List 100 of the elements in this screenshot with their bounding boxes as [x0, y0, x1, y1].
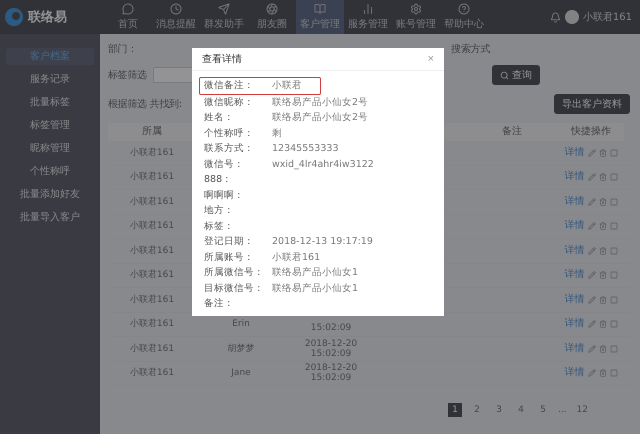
dialog-title: 查看详情: [202, 52, 242, 66]
edit-icon[interactable]: [588, 246, 596, 255]
column-header: 快捷操作: [558, 123, 624, 141]
delete-icon[interactable]: [598, 173, 606, 182]
edit-icon[interactable]: [588, 148, 596, 157]
field-label: 啊啊啊：: [204, 188, 245, 202]
square-icon[interactable]: [610, 271, 618, 280]
square-icon[interactable]: [610, 369, 618, 378]
column-header: 备注: [466, 123, 558, 141]
nav-item[interactable]: 服务管理: [344, 0, 392, 34]
sidebar-item[interactable]: 批量添加好友: [6, 186, 94, 203]
sidebar-item[interactable]: 昵称管理: [6, 140, 94, 157]
field-label: 888：: [204, 173, 234, 186]
sidebar-item[interactable]: 批量导入客户: [6, 209, 94, 226]
search-icon: [500, 70, 509, 80]
sidebar-item[interactable]: 个性称呼: [6, 163, 94, 180]
nav-item[interactable]: 客户管理: [296, 0, 344, 34]
detail-link[interactable]: 详情: [564, 344, 584, 354]
field-label: 微信昵称：: [204, 96, 255, 109]
detail-link[interactable]: 详情: [564, 148, 584, 158]
field-value: 联络易产品小仙女2号: [272, 96, 368, 109]
settings-icon: [410, 3, 422, 15]
square-icon[interactable]: [610, 296, 618, 304]
sidebar-item[interactable]: 标签管理: [6, 117, 94, 134]
table-cell-text: Erin: [231, 318, 251, 332]
edit-icon[interactable]: [588, 222, 596, 230]
field-value: 小联君161: [272, 250, 320, 264]
field-label: 标签：: [204, 220, 235, 233]
page-button[interactable]: 5: [536, 403, 550, 417]
user-name[interactable]: 小联君161: [582, 10, 632, 24]
field-label: 所属微信号：: [204, 266, 265, 280]
table-cell-text: 小联君161: [128, 268, 176, 282]
table-cell-text: Jane: [230, 367, 252, 380]
field-label: 微信备注：: [204, 79, 255, 92]
detail-link[interactable]: 详情: [564, 368, 584, 378]
nav-item[interactable]: 朋友圈: [248, 0, 296, 34]
delete-icon[interactable]: [598, 344, 606, 353]
edit-icon[interactable]: [588, 173, 596, 182]
delete-icon[interactable]: [598, 222, 606, 230]
square-icon[interactable]: [610, 246, 618, 255]
detail-link[interactable]: 详情: [564, 172, 584, 182]
square-icon[interactable]: [610, 222, 618, 230]
help-icon: [458, 3, 470, 15]
table-cell-text: 小联君161: [128, 342, 176, 356]
page-button[interactable]: 2: [470, 403, 484, 417]
search-button[interactable]: 查询: [492, 65, 540, 85]
edit-icon[interactable]: [588, 344, 596, 353]
sidebar-item[interactable]: 客户档案: [6, 48, 94, 65]
bell-icon[interactable]: [550, 12, 561, 22]
field-label: 个性称呼：: [204, 126, 255, 140]
field-value: 联络易产品小仙女1: [272, 266, 358, 280]
square-icon[interactable]: [610, 148, 618, 157]
delete-icon[interactable]: [598, 198, 606, 206]
nav-item[interactable]: 帮助中心: [440, 0, 488, 34]
detail-link[interactable]: 详情: [564, 196, 584, 207]
delete-icon[interactable]: [598, 246, 606, 255]
close-button[interactable]: ×: [428, 53, 434, 65]
square-icon[interactable]: [610, 198, 618, 206]
field-label: 备注：: [204, 297, 235, 310]
nav-item[interactable]: 消息提醒: [152, 0, 200, 34]
delete-icon[interactable]: [598, 148, 606, 157]
export-button[interactable]: 导出客户资料: [554, 94, 630, 114]
book-icon: [314, 3, 326, 15]
table-cell-text: 小联君161: [128, 146, 176, 160]
table-cell-text: 小联君161: [128, 366, 176, 380]
detail-link[interactable]: 详情: [564, 221, 584, 232]
edit-icon[interactable]: [588, 198, 596, 206]
delete-icon[interactable]: [598, 369, 606, 378]
delete-icon[interactable]: [598, 296, 606, 304]
page-button[interactable]: 3: [492, 403, 506, 417]
detail-link[interactable]: 详情: [564, 294, 584, 305]
edit-icon[interactable]: [588, 369, 596, 378]
logo-icon: [4, 7, 24, 27]
nav-item[interactable]: 账号管理: [392, 0, 440, 34]
square-icon[interactable]: [610, 344, 618, 353]
nav-item[interactable]: 群发助手: [200, 0, 248, 34]
page-button[interactable]: 12: [574, 403, 590, 417]
field-value: 联络易产品小仙女2号: [272, 111, 368, 124]
delete-icon[interactable]: [598, 271, 606, 280]
sidebar-item[interactable]: 服务记录: [6, 71, 94, 88]
ellipsis: ...: [558, 405, 567, 415]
edit-icon[interactable]: [588, 271, 596, 280]
page-button[interactable]: 1: [448, 403, 462, 417]
field-label: 姓名：: [204, 111, 235, 124]
brand-name: 联络易: [28, 9, 67, 26]
edit-icon[interactable]: [588, 296, 596, 304]
detail-link[interactable]: 详情: [564, 246, 584, 256]
square-icon[interactable]: [610, 173, 618, 182]
page-button[interactable]: 4: [514, 403, 528, 417]
detail-link[interactable]: 详情: [564, 270, 584, 280]
table-cell-text: 2018-12-20 15:02:09: [304, 338, 358, 360]
edit-icon[interactable]: [588, 320, 596, 328]
detail-link[interactable]: 详情: [564, 319, 584, 330]
sidebar-item[interactable]: 批量标签: [6, 94, 94, 111]
field-label: 所属账号：: [204, 250, 255, 264]
delete-icon[interactable]: [598, 320, 606, 328]
square-icon[interactable]: [610, 320, 618, 328]
table-cell-text: 小联君161: [128, 170, 176, 184]
table-cell-text: 15:02:09: [310, 322, 352, 336]
nav-item[interactable]: 首页: [104, 0, 152, 34]
